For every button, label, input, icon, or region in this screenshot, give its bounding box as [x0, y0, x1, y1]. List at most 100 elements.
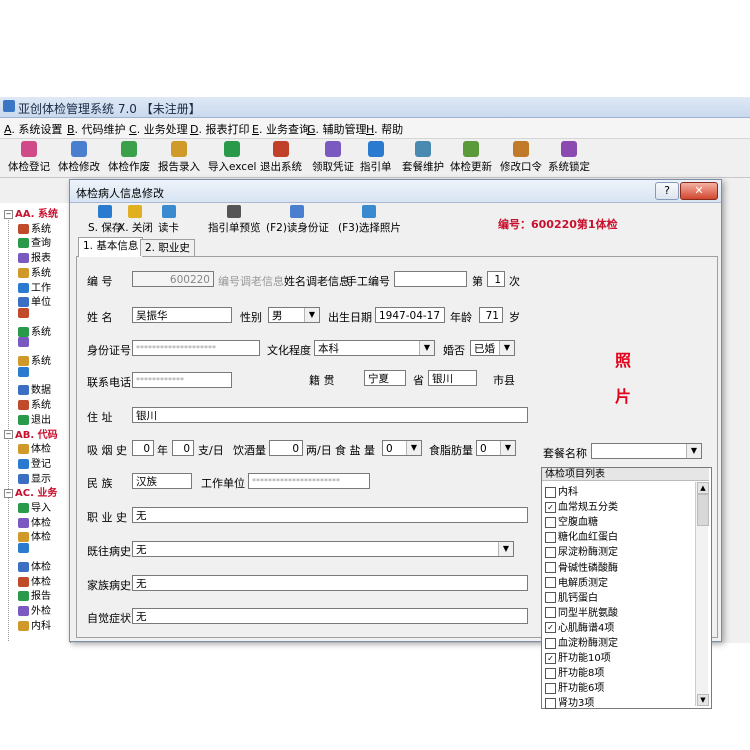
- scroll-down-icon[interactable]: ▼: [697, 694, 709, 706]
- salt-select[interactable]: 0 ▼: [382, 440, 422, 456]
- past-select[interactable]: 无 ▼: [132, 541, 514, 557]
- list-item[interactable]: 肾功3项: [545, 694, 594, 709]
- symptom-field[interactable]: 无: [132, 608, 528, 624]
- age-field[interactable]: 71: [479, 307, 503, 323]
- help-button[interactable]: ?: [655, 182, 679, 200]
- family-field[interactable]: 无: [132, 575, 528, 591]
- scroll-thumb[interactable]: [697, 494, 709, 526]
- tree-item[interactable]: 体检: [18, 528, 51, 543]
- manual-no-field[interactable]: [394, 271, 467, 287]
- toolbar-button-4[interactable]: 导入excel: [208, 141, 256, 175]
- tree-item[interactable]: 系统: [18, 264, 51, 279]
- list-item[interactable]: 内科: [545, 483, 578, 498]
- tree-item[interactable]: 数据: [18, 381, 51, 396]
- native-field[interactable]: 宁夏: [364, 370, 406, 386]
- checkbox[interactable]: [545, 546, 556, 558]
- menu-c[interactable]: C. 业务处理: [129, 121, 188, 137]
- scroll-up-icon[interactable]: ▲: [697, 482, 709, 494]
- tree-item[interactable]: 系统: [18, 323, 51, 338]
- nation-field[interactable]: 汉族: [132, 473, 192, 489]
- list-item[interactable]: 肌钙蛋白: [545, 589, 598, 604]
- id-field[interactable]: 600220: [132, 271, 214, 287]
- checkbox[interactable]: [545, 667, 556, 679]
- tree-item[interactable]: 系统: [18, 220, 51, 235]
- checkbox[interactable]: [545, 697, 556, 709]
- tree-item[interactable]: 系统: [18, 396, 51, 411]
- toolbar-button-11[interactable]: 系统锁定: [548, 141, 590, 175]
- tree-item[interactable]: 外检: [18, 602, 51, 617]
- list-item[interactable]: ✓ 心肌酶谱4项: [545, 619, 614, 634]
- toolbar-button-5[interactable]: 退出系统: [260, 141, 302, 175]
- name-field[interactable]: 吴振华: [132, 307, 232, 323]
- menu-g[interactable]: G. 辅助管理: [307, 121, 367, 137]
- menu-a[interactable]: A. 系统设置: [4, 121, 62, 137]
- chevron-down-icon[interactable]: ▼: [500, 441, 515, 455]
- chevron-down-icon[interactable]: ▼: [499, 341, 514, 355]
- list-item[interactable]: 电解质测定: [545, 574, 608, 589]
- tree-item[interactable]: 工作: [18, 279, 51, 294]
- toolbar-button-8[interactable]: 套餐维护: [402, 141, 444, 175]
- photo-placeholder-line2[interactable]: 片: [615, 383, 631, 407]
- menu-b[interactable]: B. 代码维护: [67, 121, 126, 137]
- list-item[interactable]: 肝功能6项: [545, 679, 604, 694]
- address-field[interactable]: 银川: [132, 407, 528, 423]
- tree-item[interactable]: [18, 543, 31, 555]
- smoke-years-field[interactable]: 0: [132, 440, 154, 456]
- dialog-close-button[interactable]: ✕: [680, 182, 718, 200]
- photo-placeholder-line1[interactable]: 照: [615, 347, 631, 371]
- birth-field[interactable]: 1947-04-17: [375, 307, 445, 323]
- city-field[interactable]: 银川: [428, 370, 477, 386]
- checkbox[interactable]: [545, 592, 556, 604]
- toolbar-button-10[interactable]: 修改口令: [500, 141, 542, 175]
- tree-item[interactable]: [18, 366, 31, 379]
- chevron-down-icon[interactable]: ▼: [304, 308, 319, 322]
- exam-items-list[interactable]: 体检项目列表 ▲ ▼ 内科 ✓ 血常规五分类 空腹血糖 糖化血红蛋白 尿淀粉酶测定 骨碱性磷…: [541, 467, 712, 709]
- dialog-toolbar-button-1[interactable]: X. 关闭: [118, 205, 153, 239]
- list-item[interactable]: 血淀粉酶测定: [545, 634, 618, 649]
- tree-item[interactable]: 体检: [18, 440, 51, 455]
- list-item[interactable]: ✓ 肝功能10项: [545, 649, 611, 664]
- list-item[interactable]: 空腹血糖: [545, 513, 598, 528]
- dialog-toolbar-button-2[interactable]: 读卡: [158, 205, 179, 239]
- married-select[interactable]: 已婚 ▼: [470, 340, 515, 356]
- tree-item[interactable]: 报告: [18, 587, 51, 602]
- toolbar-button-1[interactable]: 体检修改: [58, 141, 100, 175]
- chevron-down-icon[interactable]: ▼: [419, 341, 434, 355]
- tree-item[interactable]: [18, 337, 31, 349]
- tree-item[interactable]: 导入: [18, 499, 51, 514]
- list-item[interactable]: 骨碱性磷酸酶: [545, 559, 618, 574]
- checkbox[interactable]: [545, 531, 556, 543]
- checkbox[interactable]: [545, 562, 556, 573]
- list-item[interactable]: 糖化血红蛋白: [545, 528, 618, 543]
- list-item[interactable]: ✓ 血常规五分类: [545, 498, 618, 513]
- toolbar-button-0[interactable]: 体检登记: [8, 141, 50, 175]
- dialog-toolbar-button-3[interactable]: 指引单预览: [208, 205, 261, 239]
- tree-item[interactable]: 体检: [18, 573, 51, 588]
- toolbar-button-6[interactable]: 领取凭证: [312, 141, 354, 175]
- menu-h[interactable]: H. 帮助: [366, 121, 403, 137]
- checkbox[interactable]: [545, 577, 556, 589]
- tree-item[interactable]: 体检: [18, 558, 51, 573]
- checkbox[interactable]: [545, 682, 556, 694]
- checkbox[interactable]: [545, 607, 556, 619]
- tab-basic-info[interactable]: 1. 基本信息: [78, 237, 144, 257]
- list-item[interactable]: 肝功能8项: [545, 664, 604, 679]
- exam-items-scrollbar[interactable]: ▲ ▼: [695, 482, 709, 706]
- collapse-icon[interactable]: −: [4, 430, 13, 439]
- occupation-field[interactable]: 无: [132, 507, 528, 523]
- times-field[interactable]: 1: [487, 271, 505, 287]
- dialog-toolbar-button-5[interactable]: (F3)选择照片: [338, 205, 401, 239]
- checkbox[interactable]: ✓: [545, 652, 556, 664]
- idcard-field[interactable]: ********************: [132, 340, 260, 356]
- toolbar-button-7[interactable]: 指引单: [360, 141, 392, 175]
- list-item[interactable]: 尿淀粉酶测定: [545, 543, 618, 558]
- toolbar-button-9[interactable]: 体检更新: [450, 141, 492, 175]
- checkbox[interactable]: ✓: [545, 622, 556, 634]
- gender-select[interactable]: 男 ▼: [268, 307, 320, 323]
- chevron-down-icon[interactable]: ▼: [406, 441, 421, 455]
- tree-item[interactable]: 报表: [18, 249, 51, 264]
- collapse-icon[interactable]: −: [4, 209, 13, 219]
- tree-item[interactable]: 显示: [18, 470, 51, 485]
- checkbox[interactable]: [545, 486, 556, 498]
- package-select[interactable]: ▼: [591, 443, 702, 459]
